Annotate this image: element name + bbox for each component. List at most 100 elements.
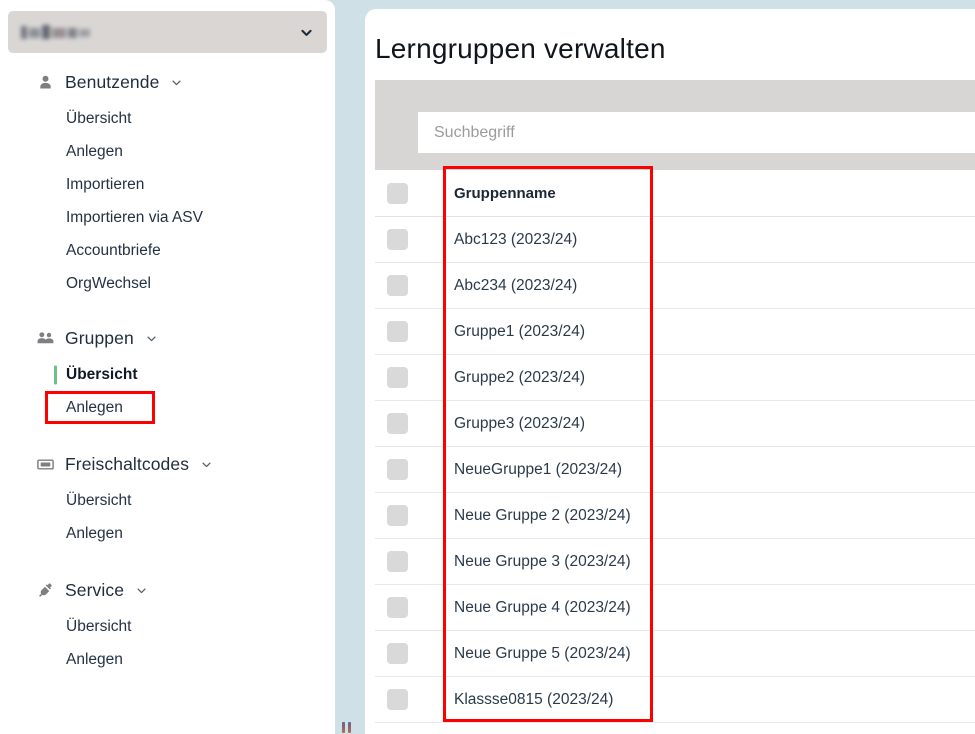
row-select-cell [375, 229, 443, 250]
sidebar-section-label: Freischaltcodes [65, 453, 190, 474]
row-checkbox[interactable] [387, 367, 408, 388]
user-icon [36, 73, 55, 92]
row-select-cell [375, 597, 443, 618]
groups-table: Gruppenname Abc123 (2023/24) Abc234 (202… [375, 170, 975, 723]
users-group-icon [36, 329, 55, 348]
sidebar-item-label: Anlegen [66, 398, 123, 416]
sidebar-item-benutzende-orgwechsel[interactable]: OrgWechsel [0, 267, 335, 300]
sidebar-item-gruppen-uebersicht[interactable]: Übersicht [0, 358, 335, 391]
sidebar-item-label: OrgWechsel [66, 274, 151, 292]
table-row[interactable]: Gruppe1 (2023/24) [375, 309, 975, 355]
column-header-gruppenname[interactable]: Gruppenname [443, 185, 556, 202]
nav-group-gruppen: Gruppen Übersicht Anlegen [0, 318, 335, 424]
chevron-down-icon [201, 459, 212, 470]
main-content: Lerngruppen verwalten Gruppenname Abc123… [365, 9, 975, 734]
select-all-checkbox[interactable] [387, 182, 408, 204]
chevron-down-icon [171, 77, 182, 88]
cell-gruppenname: Neue Gruppe 5 (2023/24) [454, 644, 631, 662]
chevron-down-icon [300, 26, 313, 39]
row-checkbox[interactable] [387, 597, 408, 618]
app-window: Benutzende Übersicht Anlegen Importieren… [0, 0, 975, 734]
sidebar-item-label: Importieren [66, 175, 145, 193]
plug-icon [36, 581, 55, 600]
sidebar-item-benutzende-accountbriefe[interactable]: Accountbriefe [0, 234, 335, 267]
row-select-cell [375, 413, 443, 434]
sidebar-section-label: Benutzende [65, 71, 160, 92]
sidebar-section-service[interactable]: Service [0, 570, 335, 610]
sidebar-item-label: Übersicht [66, 491, 132, 509]
sidebar-item-benutzende-uebersicht[interactable]: Übersicht [0, 102, 335, 135]
sidebar-section-label: Service [65, 579, 125, 600]
sidebar-item-service-uebersicht[interactable]: Übersicht [0, 610, 335, 643]
table-row[interactable]: Neue Gruppe 5 (2023/24) [375, 631, 975, 677]
row-select-cell [375, 643, 443, 664]
row-select-cell [375, 321, 443, 342]
table-row[interactable]: Abc234 (2023/24) [375, 263, 975, 309]
row-checkbox[interactable] [387, 643, 408, 664]
chevron-down-icon [146, 333, 157, 344]
sidebar-item-label: Übersicht [66, 365, 138, 383]
sidebar-item-label: Anlegen [66, 650, 123, 668]
row-checkbox[interactable] [387, 275, 408, 296]
sidebar-item-gruppen-anlegen[interactable]: Anlegen [0, 391, 335, 424]
sidebar-item-label: Accountbriefe [66, 241, 161, 259]
table-row[interactable]: Gruppe3 (2023/24) [375, 401, 975, 447]
cell-gruppenname: Klassse0815 (2023/24) [454, 690, 614, 708]
row-checkbox[interactable] [387, 505, 408, 526]
sidebar-item-benutzende-importieren-asv[interactable]: Importieren via ASV [0, 201, 335, 234]
table-row[interactable]: Gruppe2 (2023/24) [375, 355, 975, 401]
chevron-down-icon [136, 585, 147, 596]
cell-gruppenname: Neue Gruppe 4 (2023/24) [454, 598, 631, 616]
ticket-icon [36, 455, 55, 474]
table-row[interactable]: Neue Gruppe 4 (2023/24) [375, 585, 975, 631]
table-row[interactable]: Neue Gruppe 2 (2023/24) [375, 493, 975, 539]
sidebar-item-label: Importieren via ASV [66, 208, 203, 226]
nav-group-service: Service Übersicht Anlegen [0, 570, 335, 676]
row-select-cell [375, 689, 443, 710]
row-checkbox[interactable] [387, 413, 408, 434]
row-checkbox[interactable] [387, 321, 408, 342]
row-checkbox[interactable] [387, 551, 408, 572]
cell-gruppenname: NeueGruppe1 (2023/24) [454, 460, 623, 478]
row-checkbox[interactable] [387, 229, 408, 250]
drag-handle-icon[interactable] [341, 722, 352, 734]
table-row[interactable]: Klassse0815 (2023/24) [375, 677, 975, 723]
page-title: Lerngruppen verwalten [375, 33, 666, 64]
nav-group-benutzende: Benutzende Übersicht Anlegen Importieren… [0, 62, 335, 300]
cell-gruppenname: Abc123 (2023/24) [454, 230, 578, 248]
sidebar-item-label: Anlegen [66, 524, 123, 542]
sidebar-section-benutzende[interactable]: Benutzende [0, 62, 335, 102]
sidebar-item-freischaltcodes-uebersicht[interactable]: Übersicht [0, 484, 335, 517]
sidebar-item-label: Übersicht [66, 617, 132, 635]
sidebar-item-freischaltcodes-anlegen[interactable]: Anlegen [0, 517, 335, 550]
org-name-redacted [20, 24, 92, 41]
search-toolbar [375, 80, 975, 170]
org-selector-dropdown[interactable] [8, 11, 327, 53]
sidebar-item-benutzende-anlegen[interactable]: Anlegen [0, 135, 335, 168]
row-select-cell [375, 505, 443, 526]
search-input[interactable] [418, 112, 975, 153]
row-select-cell [375, 275, 443, 296]
sidebar-nav: Benutzende Übersicht Anlegen Importieren… [0, 62, 335, 682]
row-checkbox[interactable] [387, 459, 408, 480]
row-select-cell [375, 551, 443, 572]
sidebar-section-freischaltcodes[interactable]: Freischaltcodes [0, 444, 335, 484]
table-header-row: Gruppenname [375, 170, 975, 217]
sidebar-section-label: Gruppen [65, 327, 134, 348]
row-checkbox[interactable] [387, 689, 408, 710]
sidebar: Benutzende Übersicht Anlegen Importieren… [0, 0, 335, 734]
cell-gruppenname: Gruppe3 (2023/24) [454, 414, 585, 432]
cell-gruppenname: Gruppe2 (2023/24) [454, 368, 585, 386]
cell-gruppenname: Gruppe1 (2023/24) [454, 322, 585, 340]
nav-group-freischaltcodes: Freischaltcodes Übersicht Anlegen [0, 444, 335, 550]
table-row[interactable]: Abc123 (2023/24) [375, 217, 975, 263]
sidebar-section-gruppen[interactable]: Gruppen [0, 318, 335, 358]
sidebar-item-benutzende-importieren[interactable]: Importieren [0, 168, 335, 201]
cell-gruppenname: Neue Gruppe 2 (2023/24) [454, 506, 631, 524]
table-row[interactable]: Neue Gruppe 3 (2023/24) [375, 539, 975, 585]
select-all-cell [375, 182, 443, 204]
table-row[interactable]: NeueGruppe1 (2023/24) [375, 447, 975, 493]
sidebar-item-label: Anlegen [66, 142, 123, 160]
sidebar-item-service-anlegen[interactable]: Anlegen [0, 643, 335, 676]
row-select-cell [375, 459, 443, 480]
